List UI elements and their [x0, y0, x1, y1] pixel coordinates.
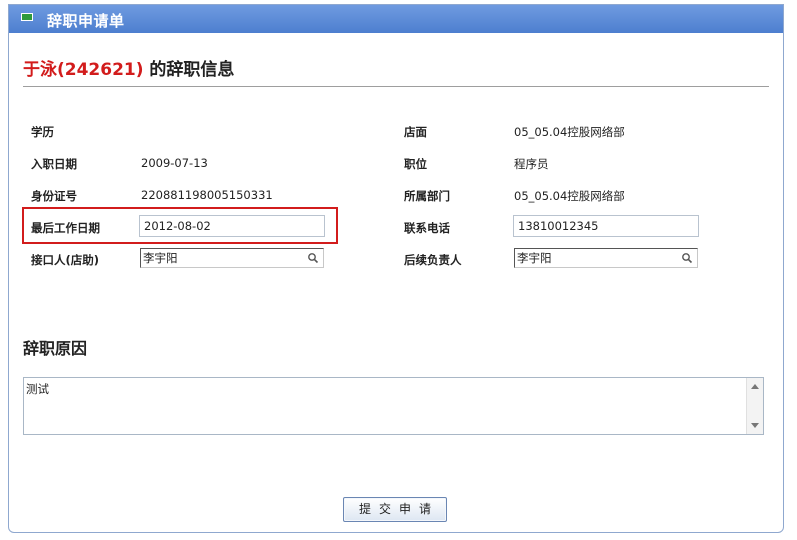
scroll-up-arrow-icon[interactable]	[751, 384, 759, 389]
reason-text: 测试	[26, 382, 49, 396]
reason-textarea[interactable]: 测试	[23, 377, 764, 435]
id-card-value: 220881198005150331	[141, 188, 273, 202]
submit-button[interactable]: 提交申请	[343, 497, 447, 522]
last-work-date-input[interactable]: 2012-08-02	[139, 215, 325, 237]
last-work-date-label: 最后工作日期	[31, 221, 100, 235]
reason-section-title: 辞职原因	[23, 339, 88, 358]
store-value: 05_05.04控股网络部	[514, 125, 625, 139]
scroll-down-arrow-icon[interactable]	[751, 423, 759, 428]
handover-person-value: 李宇阳	[143, 251, 178, 265]
department-label: 所属部门	[404, 189, 450, 203]
phone-label: 联系电话	[404, 221, 450, 235]
page-heading: 于泳(242621) 的辞职信息	[23, 55, 234, 80]
phone-input[interactable]: 13810012345	[513, 215, 699, 237]
employee-name: 于泳(242621)	[23, 60, 144, 80]
position-value: 程序员	[514, 157, 549, 171]
followup-owner-lookup[interactable]: 李宇阳	[514, 248, 698, 268]
position-label: 职位	[404, 157, 427, 171]
window-titlebar: 辞职申请单	[9, 5, 783, 33]
followup-owner-label: 后续负责人	[404, 253, 462, 267]
resignation-form-panel: 辞职申请单 于泳(242621) 的辞职信息 学历 入职日期 2009-07-1…	[8, 4, 784, 533]
window-minimize-icon[interactable]	[21, 13, 33, 21]
window-title: 辞职申请单	[47, 12, 125, 30]
store-label: 店面	[404, 125, 427, 139]
textarea-scrollbar[interactable]	[746, 378, 763, 434]
search-icon[interactable]	[681, 252, 693, 264]
id-card-label: 身份证号	[31, 189, 77, 203]
hire-date-value: 2009-07-13	[141, 156, 208, 170]
department-value: 05_05.04控股网络部	[514, 189, 625, 203]
followup-owner-value: 李宇阳	[517, 251, 552, 265]
hire-date-label: 入职日期	[31, 157, 77, 171]
education-label: 学历	[31, 125, 54, 139]
heading-divider	[23, 86, 769, 87]
search-icon[interactable]	[307, 252, 319, 264]
handover-person-label: 接口人(店助)	[31, 253, 100, 267]
heading-suffix: 的辞职信息	[143, 60, 235, 80]
handover-person-lookup[interactable]: 李宇阳	[140, 248, 324, 268]
